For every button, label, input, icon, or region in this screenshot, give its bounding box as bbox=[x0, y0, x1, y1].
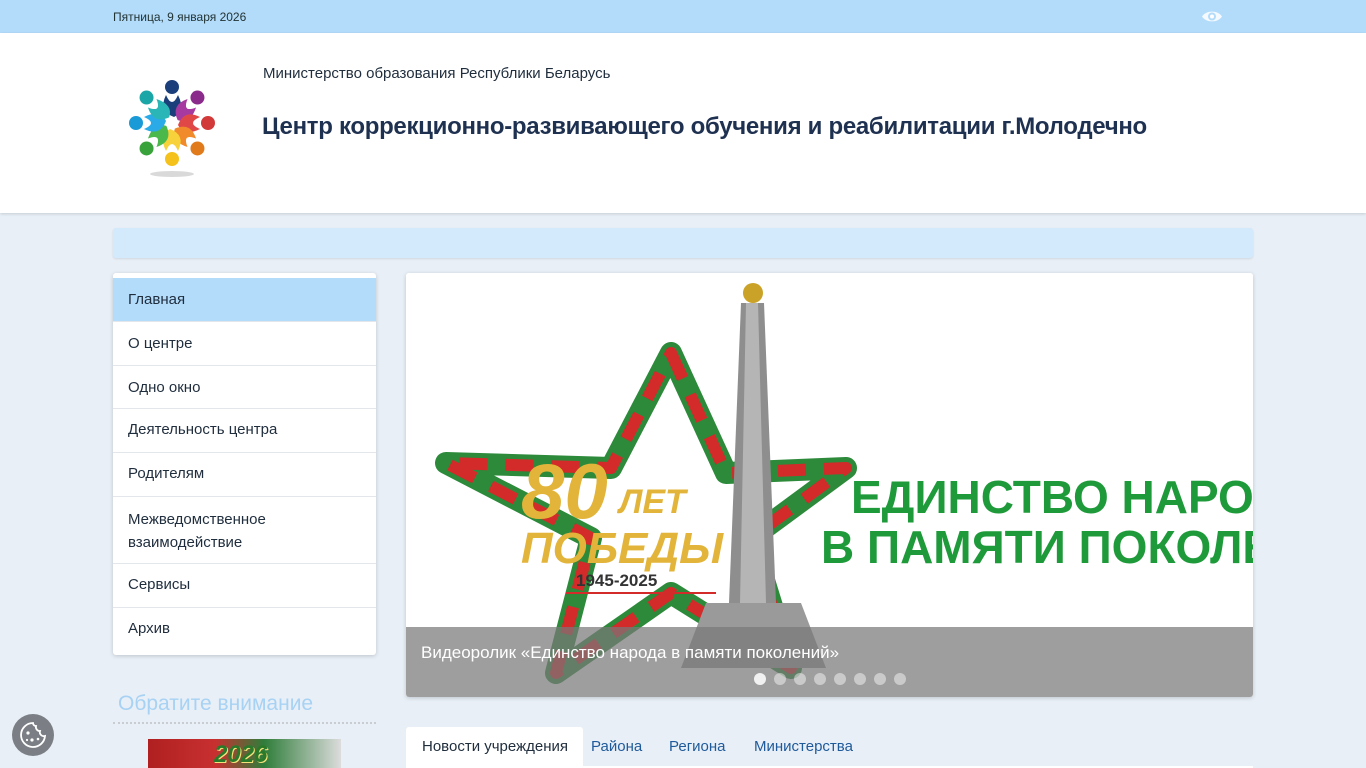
attention-section-header: Обратите внимание bbox=[113, 690, 376, 724]
slide-caption[interactable]: Видеоролик «Единство народа в памяти пок… bbox=[421, 643, 839, 663]
tab-label: Района bbox=[591, 738, 643, 755]
sidebar-menu: Главная О центре Одно окно Деятельность … bbox=[113, 273, 376, 655]
sidebar-item-about[interactable]: О центре bbox=[113, 322, 376, 366]
sidebar-item-label: Архив bbox=[128, 620, 171, 637]
tab-region[interactable]: Региона bbox=[669, 727, 726, 768]
banner-2026-text: 2026 bbox=[214, 741, 268, 768]
sidebar-item-label-line2: взаимодействие bbox=[128, 534, 243, 551]
sidebar-item-parents[interactable]: Родителям bbox=[113, 453, 376, 497]
tab-label: Региона bbox=[669, 738, 726, 755]
cookie-icon bbox=[20, 722, 47, 748]
slide-headline-line2: В ПАМЯТИ ПОКОЛЕНИЙ bbox=[821, 521, 1253, 573]
tab-label: Министерства bbox=[754, 738, 853, 755]
site-title[interactable]: Центр коррекционно-развивающего обучения… bbox=[262, 113, 1147, 141]
eye-icon[interactable] bbox=[1201, 9, 1223, 24]
attention-title: Обратите внимание bbox=[118, 692, 314, 715]
sidebar-item-label: Сервисы bbox=[128, 576, 191, 593]
tab-label: Новости учреждения bbox=[422, 738, 568, 755]
news-tabs: Новости учреждения Района Региона Минист… bbox=[406, 727, 1253, 768]
sidebar-item-label: Родителям bbox=[128, 465, 205, 482]
sidebar-item-one-window[interactable]: Одно окно bbox=[113, 366, 376, 409]
sidebar-item-archive[interactable]: Архив bbox=[113, 608, 376, 652]
slider-dot[interactable] bbox=[814, 673, 826, 685]
slider-dot[interactable] bbox=[834, 673, 846, 685]
victory-badge-years-word: ЛЕТ bbox=[616, 483, 689, 521]
victory-badge-80: 80 bbox=[521, 447, 608, 535]
sidebar-item-activity[interactable]: Деятельность центра bbox=[113, 409, 376, 453]
current-date: Пятница, 9 января 2026 bbox=[113, 10, 247, 24]
tab-institution-news[interactable]: Новости учреждения bbox=[406, 727, 583, 768]
top-navigation-bar bbox=[113, 228, 1253, 258]
sidebar-item-services[interactable]: Сервисы bbox=[113, 564, 376, 608]
slider-dot[interactable] bbox=[894, 673, 906, 685]
slider-dot[interactable] bbox=[794, 673, 806, 685]
sidebar-item-label: Одно окно bbox=[128, 379, 201, 396]
banner-2026[interactable]: 2026 bbox=[148, 739, 341, 768]
ministry-name: Министерство образования Республики Бела… bbox=[263, 65, 611, 82]
sidebar-item-label: Главная bbox=[128, 291, 186, 308]
cookie-button[interactable] bbox=[12, 714, 54, 756]
slider-pagination bbox=[754, 673, 906, 685]
news-slider[interactable]: 80 ЛЕТ ПОБЕДЫ 1945-2025 ЕДИНСТВО НАРОДА … bbox=[406, 273, 1253, 697]
slider-dot[interactable] bbox=[754, 673, 766, 685]
top-bar: Пятница, 9 января 2026 bbox=[0, 0, 1366, 33]
site-header: Министерство образования Республики Бела… bbox=[0, 33, 1366, 213]
sidebar-item-label: Деятельность центра bbox=[128, 421, 278, 438]
slider-dot[interactable] bbox=[774, 673, 786, 685]
slide-headline-line1: ЕДИНСТВО НАРОДА bbox=[851, 471, 1253, 523]
sidebar-item-label: Межведомственное bbox=[128, 511, 266, 528]
sidebar-item-label: О центре bbox=[128, 335, 193, 352]
slide-caption-bar[interactable]: Видеоролик «Единство народа в памяти пок… bbox=[406, 627, 1253, 697]
tab-ministry[interactable]: Министерства bbox=[754, 727, 853, 768]
slider-dot[interactable] bbox=[854, 673, 866, 685]
sidebar-item-interagency[interactable]: Межведомственное взаимодействие bbox=[113, 497, 376, 564]
victory-badge-word: ПОБЕДЫ bbox=[521, 524, 724, 573]
victory-years: 1945-2025 bbox=[576, 571, 657, 590]
slider-dot[interactable] bbox=[874, 673, 886, 685]
sidebar-item-home[interactable]: Главная bbox=[113, 278, 376, 322]
tab-district[interactable]: Района bbox=[591, 727, 642, 768]
colorful-people-logo[interactable] bbox=[126, 73, 218, 178]
